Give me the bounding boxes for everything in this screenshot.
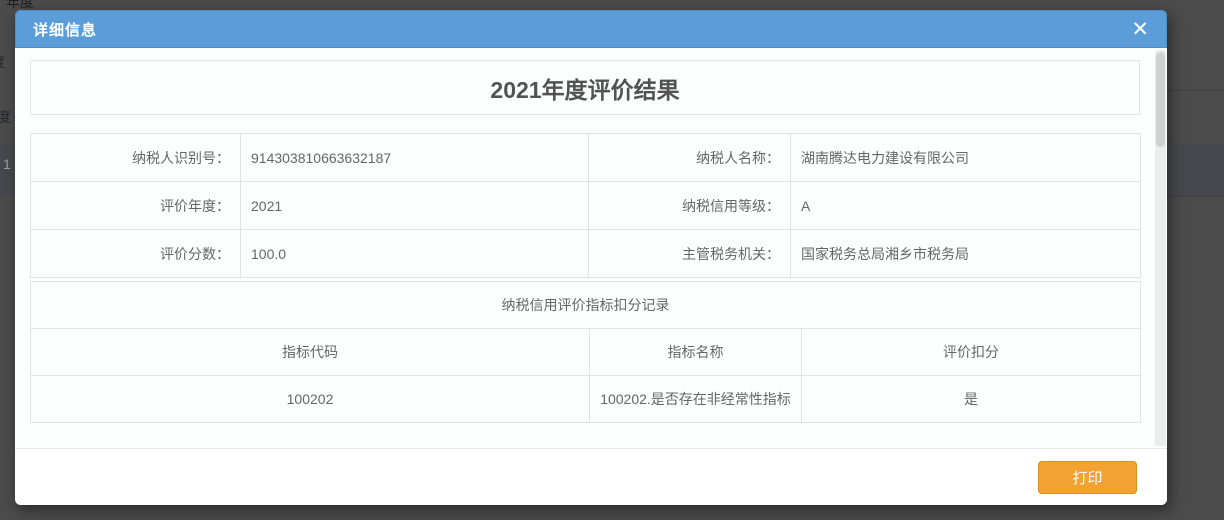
column-header-indicator-code: 指标代码 <box>31 329 590 376</box>
indicator-name-cell: 100202.是否存在非经常性指标 <box>590 376 802 423</box>
deduction-cell: 是 <box>802 376 1141 423</box>
eval-score-label: 评价分数： <box>31 230 241 278</box>
taxpayer-id-value: 914303810663632187 <box>241 134 589 182</box>
modal-body: 2021年度评价结果 纳税人识别号： 914303810663632187 纳税… <box>15 48 1167 448</box>
tax-authority-value: 国家税务总局湘乡市税务局 <box>791 230 1141 278</box>
table-row: 纳税信用评价指标扣分记录 <box>31 282 1141 329</box>
result-heading-box: 2021年度评价结果 <box>30 60 1140 115</box>
tax-authority-label: 主管税务机关： <box>589 230 791 278</box>
deduction-record-table: 纳税信用评价指标扣分记录 指标代码 指标名称 评价扣分 100202 10020… <box>30 281 1141 423</box>
modal-footer: 打印 <box>15 448 1167 505</box>
eval-score-value: 100.0 <box>241 230 589 278</box>
table-row: 纳税人识别号： 914303810663632187 纳税人名称： 湖南腾达电力… <box>31 134 1141 182</box>
backdrop-fragment: 度 <box>0 52 5 72</box>
table-row: 评价年度： 2021 纳税信用等级： A <box>31 182 1141 230</box>
eval-year-label: 评价年度： <box>31 182 241 230</box>
column-header-indicator-name: 指标名称 <box>590 329 802 376</box>
scrollbar-track[interactable] <box>1155 50 1166 446</box>
modal-header: 详细信息 ✕ <box>15 10 1167 48</box>
table-header-row: 指标代码 指标名称 评价扣分 <box>31 329 1141 376</box>
backdrop-fragment: 1 <box>3 156 11 172</box>
credit-grade-value: A <box>791 182 1141 230</box>
eval-year-value: 2021 <box>241 182 589 230</box>
table-row: 100202 100202.是否存在非经常性指标 是 <box>31 376 1141 423</box>
backdrop-row-band <box>1167 143 1224 196</box>
taxpayer-id-label: 纳税人识别号： <box>31 134 241 182</box>
print-button[interactable]: 打印 <box>1038 461 1137 494</box>
detail-modal: 详细信息 ✕ 2021年度评价结果 纳税人识别号： 91430381066363… <box>15 10 1167 505</box>
taxpayer-info-table: 纳税人识别号： 914303810663632187 纳税人名称： 湖南腾达电力… <box>30 133 1141 278</box>
backdrop-divider <box>1167 196 1224 197</box>
page-backdrop: 年度 度 年度 1 详细信息 ✕ 2021年度评价结果 纳税人识别号： 9143… <box>0 0 1224 520</box>
taxpayer-name-value: 湖南腾达电力建设有限公司 <box>791 134 1141 182</box>
section-title: 纳税信用评价指标扣分记录 <box>31 282 1141 329</box>
close-icon[interactable]: ✕ <box>1127 17 1153 42</box>
table-row: 评价分数： 100.0 主管税务机关： 国家税务总局湘乡市税务局 <box>31 230 1141 278</box>
backdrop-fragment: 年度 <box>0 107 11 127</box>
taxpayer-name-label: 纳税人名称： <box>589 134 791 182</box>
column-header-deduction: 评价扣分 <box>802 329 1141 376</box>
modal-title: 详细信息 <box>33 19 97 40</box>
backdrop-divider <box>1167 90 1224 91</box>
credit-grade-label: 纳税信用等级： <box>589 182 791 230</box>
result-heading: 2021年度评价结果 <box>490 71 679 105</box>
scrollbar-thumb[interactable] <box>1156 52 1165 147</box>
indicator-code-cell: 100202 <box>31 376 590 423</box>
